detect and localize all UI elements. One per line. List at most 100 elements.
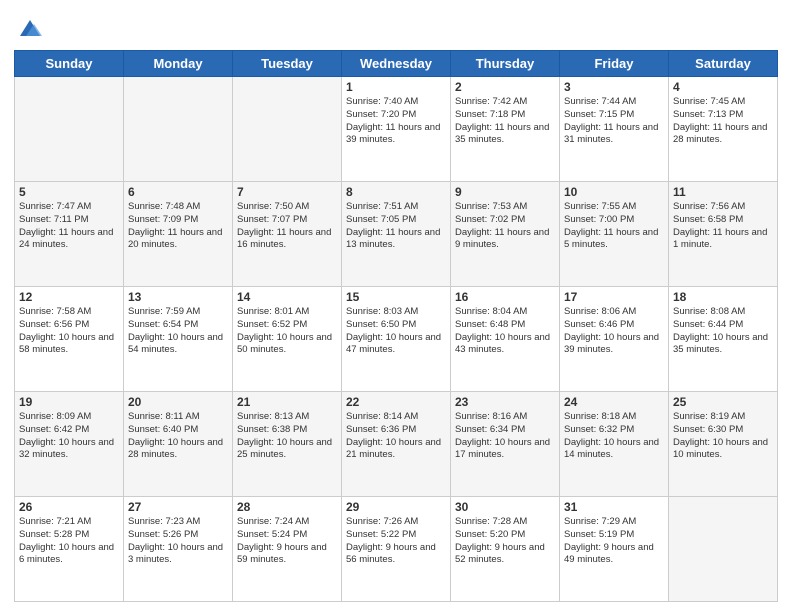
calendar-cell: 2 Sunrise: 7:42 AM Sunset: 7:18 PM Daylig…: [451, 77, 560, 182]
day-info: Sunrise: 7:53 AM Sunset: 7:02 PM Dayligh…: [455, 201, 555, 252]
calendar-week-row: 12 Sunrise: 7:58 AM Sunset: 6:56 PM Dayli…: [15, 287, 778, 392]
day-info: Sunrise: 7:56 AM Sunset: 6:58 PM Dayligh…: [673, 201, 773, 252]
calendar-cell: 9 Sunrise: 7:53 AM Sunset: 7:02 PM Daylig…: [451, 182, 560, 287]
day-number: 3: [564, 80, 664, 94]
calendar-week-row: 19 Sunrise: 8:09 AM Sunset: 6:42 PM Dayli…: [15, 392, 778, 497]
logo-icon: [16, 14, 44, 42]
logo: [14, 14, 44, 42]
calendar-day-header: Saturday: [669, 51, 778, 77]
header: [14, 10, 778, 42]
day-info: Sunrise: 7:23 AM Sunset: 5:26 PM Dayligh…: [128, 516, 228, 567]
calendar-day-header: Friday: [560, 51, 669, 77]
day-info: Sunrise: 7:40 AM Sunset: 7:20 PM Dayligh…: [346, 96, 446, 147]
calendar-table: SundayMondayTuesdayWednesdayThursdayFrid…: [14, 50, 778, 602]
day-info: Sunrise: 7:24 AM Sunset: 5:24 PM Dayligh…: [237, 516, 337, 567]
calendar-cell: [233, 77, 342, 182]
calendar-cell: 3 Sunrise: 7:44 AM Sunset: 7:15 PM Daylig…: [560, 77, 669, 182]
calendar-cell: [669, 497, 778, 602]
day-number: 24: [564, 395, 664, 409]
day-number: 21: [237, 395, 337, 409]
day-number: 19: [19, 395, 119, 409]
calendar-cell: 12 Sunrise: 7:58 AM Sunset: 6:56 PM Dayli…: [15, 287, 124, 392]
day-number: 31: [564, 500, 664, 514]
day-info: Sunrise: 8:16 AM Sunset: 6:34 PM Dayligh…: [455, 411, 555, 462]
day-info: Sunrise: 8:11 AM Sunset: 6:40 PM Dayligh…: [128, 411, 228, 462]
day-info: Sunrise: 8:03 AM Sunset: 6:50 PM Dayligh…: [346, 306, 446, 357]
calendar-week-row: 1 Sunrise: 7:40 AM Sunset: 7:20 PM Daylig…: [15, 77, 778, 182]
day-info: Sunrise: 7:29 AM Sunset: 5:19 PM Dayligh…: [564, 516, 664, 567]
day-info: Sunrise: 7:59 AM Sunset: 6:54 PM Dayligh…: [128, 306, 228, 357]
day-info: Sunrise: 7:42 AM Sunset: 7:18 PM Dayligh…: [455, 96, 555, 147]
day-info: Sunrise: 8:08 AM Sunset: 6:44 PM Dayligh…: [673, 306, 773, 357]
calendar-header-row: SundayMondayTuesdayWednesdayThursdayFrid…: [15, 51, 778, 77]
calendar-cell: 21 Sunrise: 8:13 AM Sunset: 6:38 PM Dayli…: [233, 392, 342, 497]
day-info: Sunrise: 7:50 AM Sunset: 7:07 PM Dayligh…: [237, 201, 337, 252]
day-number: 1: [346, 80, 446, 94]
calendar-cell: 4 Sunrise: 7:45 AM Sunset: 7:13 PM Daylig…: [669, 77, 778, 182]
day-info: Sunrise: 8:18 AM Sunset: 6:32 PM Dayligh…: [564, 411, 664, 462]
calendar-cell: 23Sunrise: 8:16 AM Sunset: 6:34 PM Dayli…: [451, 392, 560, 497]
calendar-cell: 14 Sunrise: 8:01 AM Sunset: 6:52 PM Dayli…: [233, 287, 342, 392]
calendar-week-row: 5 Sunrise: 7:47 AM Sunset: 7:11 PM Daylig…: [15, 182, 778, 287]
calendar-cell: 28Sunrise: 7:24 AM Sunset: 5:24 PM Dayli…: [233, 497, 342, 602]
day-number: 20: [128, 395, 228, 409]
calendar-cell: [15, 77, 124, 182]
day-number: 12: [19, 290, 119, 304]
calendar-cell: 20 Sunrise: 8:11 AM Sunset: 6:40 PM Dayli…: [124, 392, 233, 497]
calendar-day-header: Thursday: [451, 51, 560, 77]
day-info: Sunrise: 7:51 AM Sunset: 7:05 PM Dayligh…: [346, 201, 446, 252]
day-info: Sunrise: 7:26 AM Sunset: 5:22 PM Dayligh…: [346, 516, 446, 567]
day-number: 9: [455, 185, 555, 199]
day-number: 18: [673, 290, 773, 304]
day-number: 30: [455, 500, 555, 514]
day-number: 5: [19, 185, 119, 199]
day-number: 2: [455, 80, 555, 94]
calendar-day-header: Sunday: [15, 51, 124, 77]
day-info: Sunrise: 8:09 AM Sunset: 6:42 PM Dayligh…: [19, 411, 119, 462]
day-number: 27: [128, 500, 228, 514]
calendar-day-header: Tuesday: [233, 51, 342, 77]
day-info: Sunrise: 7:28 AM Sunset: 5:20 PM Dayligh…: [455, 516, 555, 567]
day-info: Sunrise: 7:44 AM Sunset: 7:15 PM Dayligh…: [564, 96, 664, 147]
day-number: 25: [673, 395, 773, 409]
day-info: Sunrise: 7:58 AM Sunset: 6:56 PM Dayligh…: [19, 306, 119, 357]
day-info: Sunrise: 7:45 AM Sunset: 7:13 PM Dayligh…: [673, 96, 773, 147]
day-number: 16: [455, 290, 555, 304]
day-info: Sunrise: 7:21 AM Sunset: 5:28 PM Dayligh…: [19, 516, 119, 567]
calendar-cell: 13 Sunrise: 7:59 AM Sunset: 6:54 PM Dayli…: [124, 287, 233, 392]
calendar-cell: 10Sunrise: 7:55 AM Sunset: 7:00 PM Dayli…: [560, 182, 669, 287]
day-info: Sunrise: 8:19 AM Sunset: 6:30 PM Dayligh…: [673, 411, 773, 462]
calendar-day-header: Wednesday: [342, 51, 451, 77]
day-number: 15: [346, 290, 446, 304]
calendar-cell: 6 Sunrise: 7:48 AM Sunset: 7:09 PM Daylig…: [124, 182, 233, 287]
calendar-cell: 16 Sunrise: 8:04 AM Sunset: 6:48 PM Dayli…: [451, 287, 560, 392]
day-info: Sunrise: 8:04 AM Sunset: 6:48 PM Dayligh…: [455, 306, 555, 357]
day-info: Sunrise: 8:01 AM Sunset: 6:52 PM Dayligh…: [237, 306, 337, 357]
day-info: Sunrise: 7:48 AM Sunset: 7:09 PM Dayligh…: [128, 201, 228, 252]
calendar-cell: 1 Sunrise: 7:40 AM Sunset: 7:20 PM Daylig…: [342, 77, 451, 182]
day-number: 22: [346, 395, 446, 409]
calendar-cell: 25 Sunrise: 8:19 AM Sunset: 6:30 PM Dayli…: [669, 392, 778, 497]
calendar-cell: 19 Sunrise: 8:09 AM Sunset: 6:42 PM Dayli…: [15, 392, 124, 497]
calendar-cell: 18 Sunrise: 8:08 AM Sunset: 6:44 PM Dayli…: [669, 287, 778, 392]
calendar-day-header: Monday: [124, 51, 233, 77]
calendar-cell: 26Sunrise: 7:21 AM Sunset: 5:28 PM Dayli…: [15, 497, 124, 602]
calendar-cell: 17Sunrise: 8:06 AM Sunset: 6:46 PM Dayli…: [560, 287, 669, 392]
day-number: 6: [128, 185, 228, 199]
calendar-cell: [124, 77, 233, 182]
calendar-cell: 7Sunrise: 7:50 AM Sunset: 7:07 PM Daylig…: [233, 182, 342, 287]
day-number: 11: [673, 185, 773, 199]
calendar-cell: 5 Sunrise: 7:47 AM Sunset: 7:11 PM Daylig…: [15, 182, 124, 287]
day-number: 10: [564, 185, 664, 199]
day-info: Sunrise: 7:47 AM Sunset: 7:11 PM Dayligh…: [19, 201, 119, 252]
calendar-cell: 22 Sunrise: 8:14 AM Sunset: 6:36 PM Dayli…: [342, 392, 451, 497]
day-info: Sunrise: 8:13 AM Sunset: 6:38 PM Dayligh…: [237, 411, 337, 462]
day-number: 13: [128, 290, 228, 304]
day-number: 4: [673, 80, 773, 94]
day-number: 17: [564, 290, 664, 304]
calendar-cell: 27 Sunrise: 7:23 AM Sunset: 5:26 PM Dayli…: [124, 497, 233, 602]
calendar-cell: 29Sunrise: 7:26 AM Sunset: 5:22 PM Dayli…: [342, 497, 451, 602]
day-number: 8: [346, 185, 446, 199]
day-info: Sunrise: 8:14 AM Sunset: 6:36 PM Dayligh…: [346, 411, 446, 462]
day-number: 14: [237, 290, 337, 304]
